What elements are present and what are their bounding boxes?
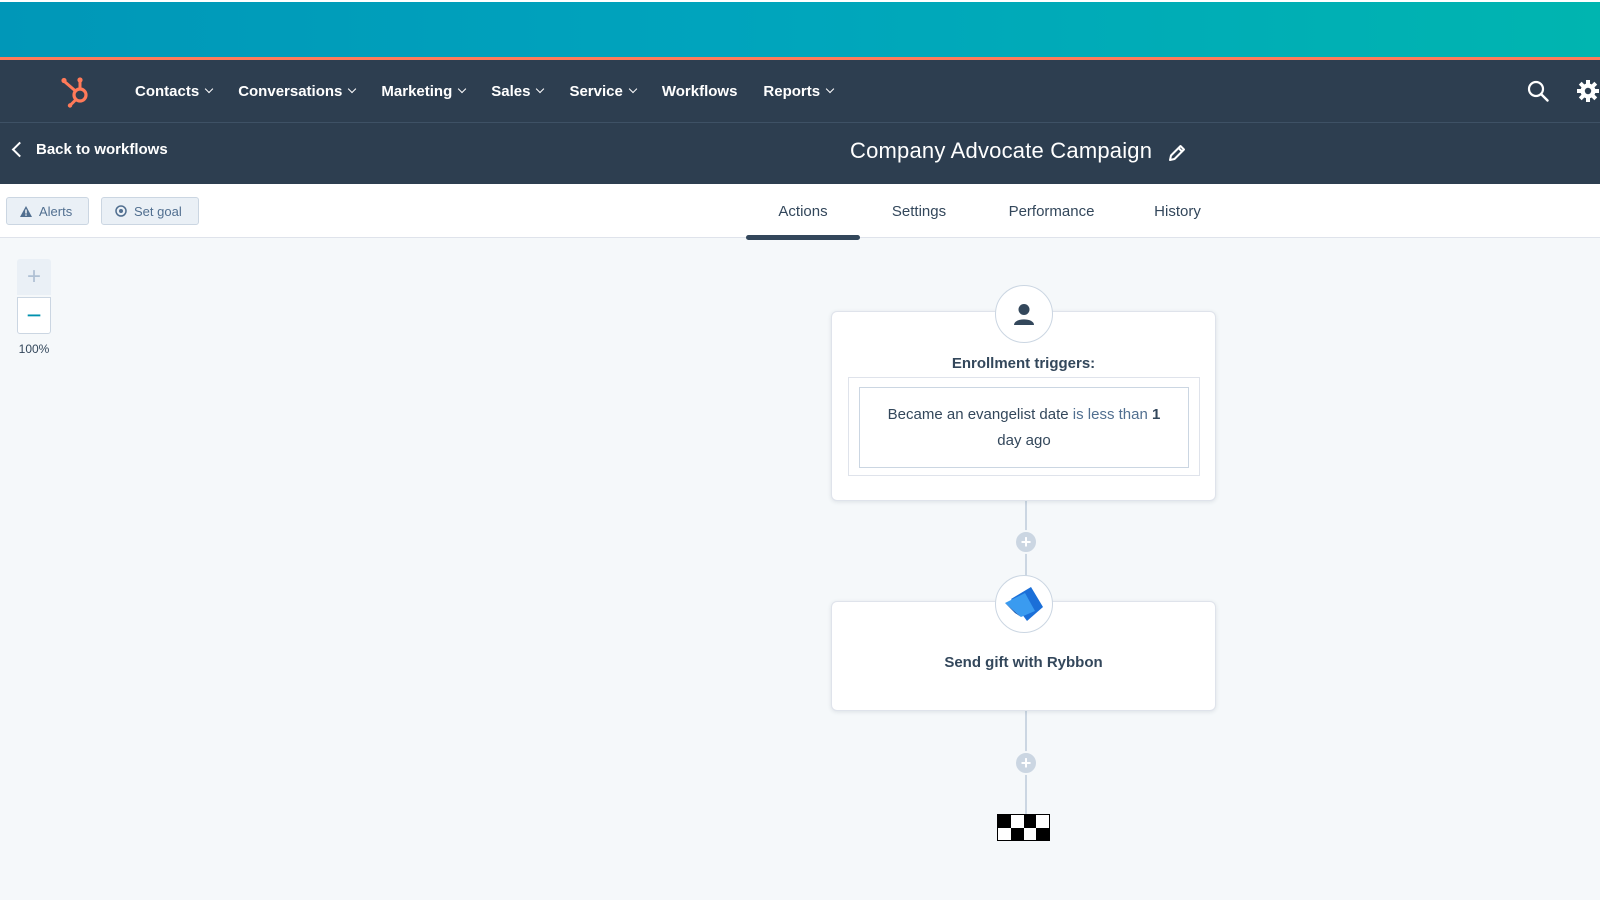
nav-item-marketing[interactable]: Marketing [381,82,467,100]
main-navbar: Contacts Conversations Marketing Sales S… [0,60,1600,122]
nav-item-conversations[interactable]: Conversations [238,82,357,100]
hubspot-logo-icon[interactable] [60,74,92,108]
trigger-filter[interactable]: Became an evangelist date is less than 1… [859,387,1189,468]
tab-actions[interactable]: Actions [746,184,860,240]
nav-item-sales[interactable]: Sales [491,82,545,100]
rybbon-app-icon [995,575,1053,633]
chevron-down-icon [348,84,357,94]
flag-cell [1036,827,1049,840]
chevron-down-icon [628,84,638,94]
set-goal-button[interactable]: Set goal [101,197,199,225]
flag-cell [1010,827,1024,840]
tab-label: Settings [891,202,947,220]
set-goal-button-label: Set goal [134,203,182,219]
tab-label: Actions [778,202,828,220]
nav-item-contacts[interactable]: Contacts [135,82,214,100]
nav-item-service[interactable]: Service [569,82,638,100]
back-link-label: Back to workflows [36,141,168,158]
add-action-button[interactable]: + [1014,751,1038,775]
trigger-filter-group: Became an evangelist date is less than 1… [848,377,1200,476]
add-action-button[interactable]: + [1014,530,1038,554]
flag-cell [998,815,1011,828]
tab-bar: Alerts Set goal Actions Settings Perform… [0,184,1600,240]
nav-item-label: Reports [763,82,821,100]
nav-item-label: Sales [491,82,531,100]
contact-avatar-icon [995,285,1053,343]
chevron-left-icon [11,141,28,158]
tab-label: Performance [1008,202,1095,220]
action-title: Send gift with Rybbon [944,654,1103,671]
gear-icon[interactable] [1576,79,1600,103]
nav-item-label: Contacts [135,82,200,100]
nav-item-label: Workflows [661,82,738,100]
nav-item-label: Conversations [238,82,343,100]
warning-icon [20,205,32,217]
workflow-header: Back to workflows Company Advocate Campa… [0,122,1600,184]
zoom-level: 100% [18,342,50,356]
tab-settings[interactable]: Settings [860,184,978,238]
target-icon [115,205,127,217]
workflow-tabs: Actions Settings Performance History [746,184,1230,240]
chevron-down-icon [458,84,467,94]
back-to-workflows-link[interactable]: Back to workflows [10,141,168,158]
flag-cell [1023,815,1037,828]
pencil-icon[interactable] [1167,143,1187,163]
chevron-down-icon [536,84,545,94]
search-icon[interactable] [1527,80,1549,102]
flag-cell [1036,815,1049,828]
nav-item-workflows[interactable]: Workflows [662,83,738,100]
alerts-button[interactable]: Alerts [6,197,89,225]
workflow-title: Company Advocate Campaign [850,138,1153,163]
nav-item-reports[interactable]: Reports [763,82,835,100]
flag-cell [1010,815,1024,828]
alerts-button-label: Alerts [39,203,73,219]
tab-performance[interactable]: Performance [978,184,1125,238]
trigger-operator: is less than [1072,406,1148,423]
nav-menu: Contacts Conversations Marketing Sales S… [135,60,859,122]
tab-label: History [1154,202,1201,220]
flag-cell [998,827,1011,840]
workflow-end-flag-icon [997,814,1050,841]
nav-item-label: Marketing [381,82,453,100]
flag-cell [1023,827,1037,840]
enrollment-triggers-title: Enrollment triggers: [951,355,1096,372]
nav-item-label: Service [569,82,623,100]
zoom-in-button[interactable]: + [17,259,51,295]
trigger-unit: day ago [997,432,1051,449]
chevron-down-icon [204,84,214,94]
tab-history[interactable]: History [1125,184,1230,238]
chevron-down-icon [825,84,835,94]
top-banner [0,0,1600,57]
zoom-out-button[interactable]: − [17,297,51,334]
trigger-value: 1 [1152,406,1161,423]
trigger-property: Became an evangelist date [887,406,1069,423]
